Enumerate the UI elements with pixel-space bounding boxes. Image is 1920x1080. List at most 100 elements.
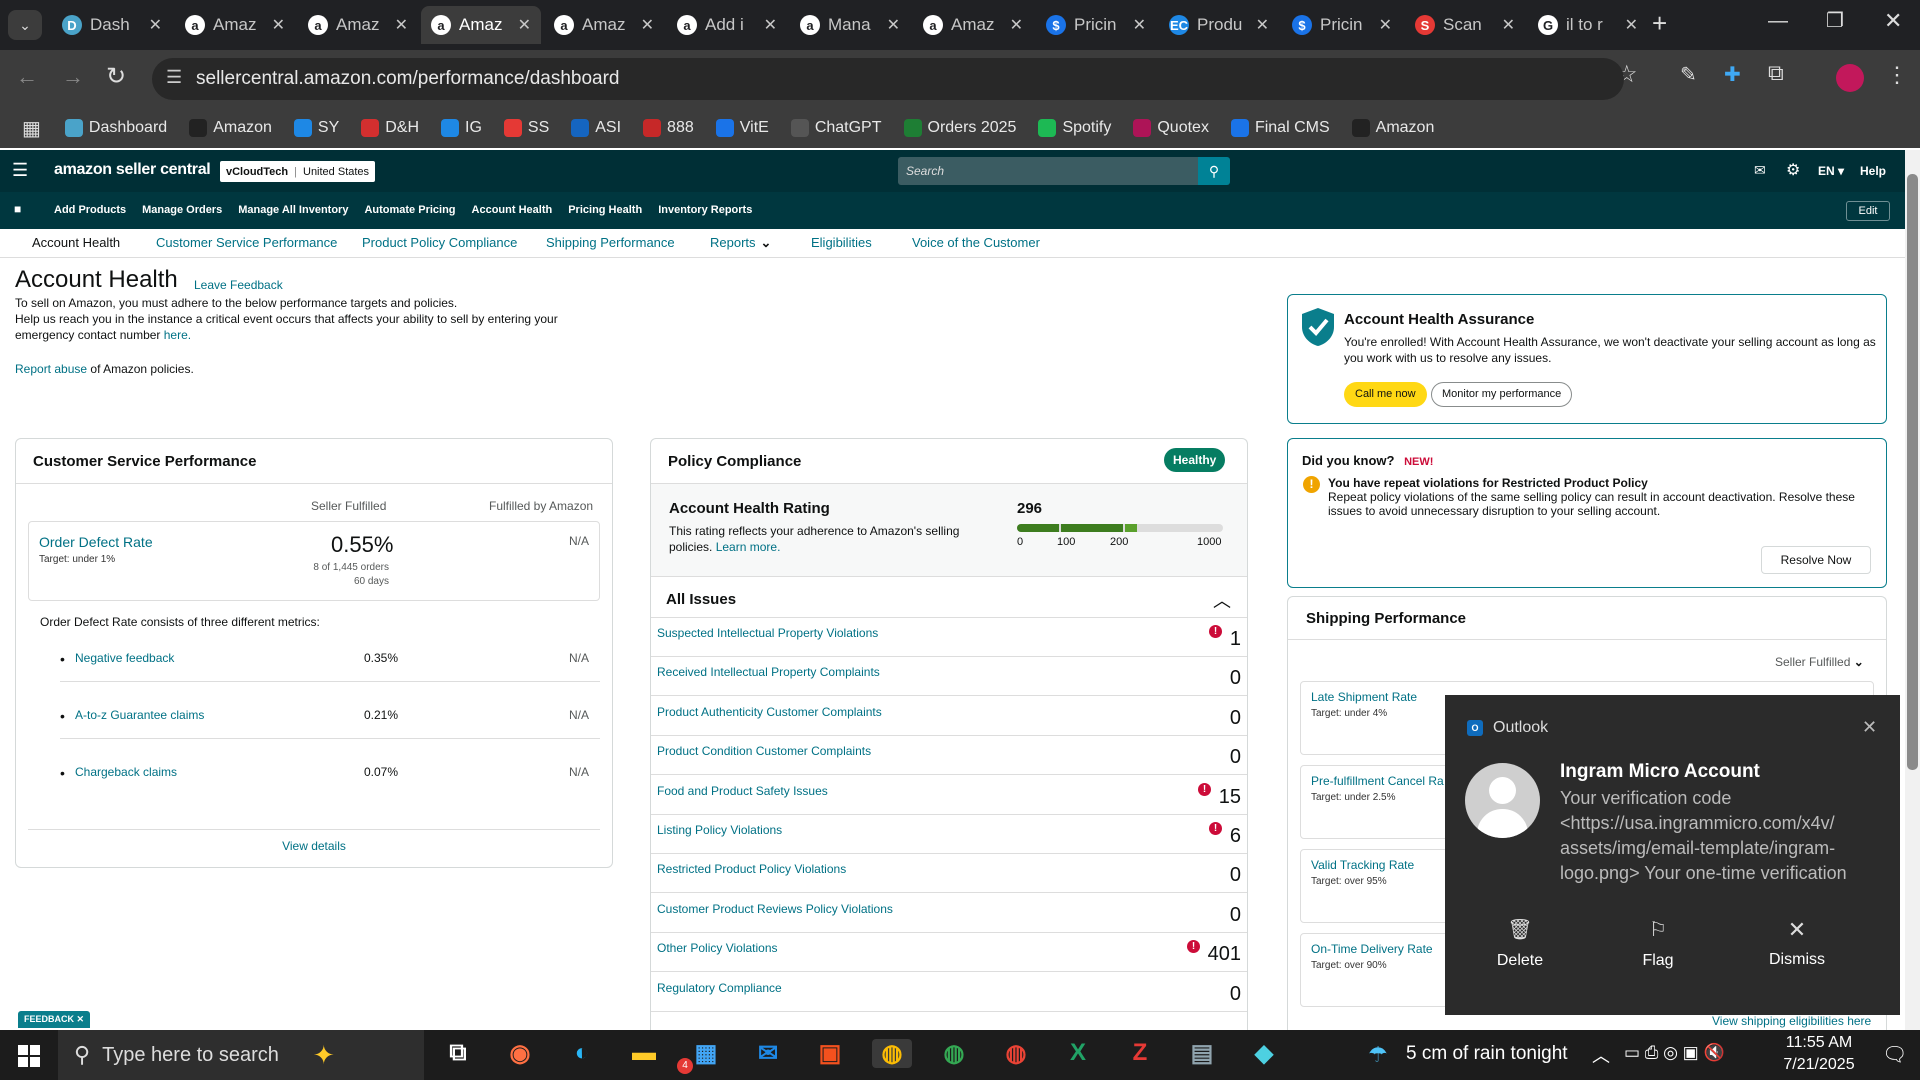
- odr-link[interactable]: Order Defect Rate: [39, 534, 153, 550]
- issue-row[interactable]: Restricted Product Policy Violations 0: [651, 854, 1247, 894]
- view-shipping-eligibilities-link[interactable]: View shipping eligibilities here: [1712, 1014, 1871, 1028]
- extension-icon[interactable]: ✚: [1724, 62, 1741, 87]
- issue-row[interactable]: Received Intellectual Property Complaint…: [651, 657, 1247, 697]
- tab-close-icon[interactable]: ✕: [887, 15, 900, 35]
- toast-dismiss-button[interactable]: ✕ Dismiss: [1752, 917, 1842, 969]
- shipping-filter-dropdown[interactable]: Seller Fulfilled ⌄: [1775, 655, 1864, 669]
- bookmark-item[interactable]: Orders 2025: [903, 119, 1016, 137]
- issue-row[interactable]: Suspected Intellectual Property Violatio…: [651, 618, 1247, 657]
- page-scrollbar[interactable]: [1905, 150, 1920, 1030]
- tab-close-icon[interactable]: ✕: [518, 15, 531, 35]
- tab-close-icon[interactable]: ✕: [764, 15, 777, 35]
- report-abuse-link[interactable]: Report abuse: [15, 362, 87, 376]
- taskbar-search-box[interactable]: ⚲ Type here to search ✦: [58, 1030, 424, 1080]
- subnav-tab[interactable]: Account Health: [32, 235, 120, 250]
- browser-tab[interactable]: S Scan ✕: [1405, 6, 1525, 44]
- bookmark-item[interactable]: D&H: [361, 119, 419, 137]
- filezilla-icon[interactable]: Z: [1120, 1039, 1160, 1067]
- nav-item[interactable]: Account Health: [472, 204, 553, 216]
- extension-feather-icon[interactable]: ✎: [1680, 62, 1697, 87]
- issue-link[interactable]: Suspected Intellectual Property Violatio…: [657, 626, 878, 640]
- tab-search-chevron-icon[interactable]: ⌄: [8, 10, 42, 40]
- tab-close-icon[interactable]: ✕: [1010, 15, 1023, 35]
- chrome-icon[interactable]: ◍: [872, 1039, 912, 1068]
- calendar-app-icon[interactable]: ▣: [810, 1039, 850, 1068]
- browser-tab[interactable]: $ Pricin ✕: [1282, 6, 1402, 44]
- nav-item[interactable]: Manage All Inventory: [238, 204, 348, 216]
- scrollbar-thumb[interactable]: [1907, 174, 1918, 770]
- tab-close-icon[interactable]: ✕: [395, 15, 408, 35]
- hamburger-menu-icon[interactable]: ☰: [12, 160, 28, 181]
- excel-icon[interactable]: X: [1058, 1039, 1098, 1067]
- browser-tab[interactable]: a Amaz ✕: [544, 6, 664, 44]
- nav-item[interactable]: Add Products: [54, 204, 126, 216]
- issue-row[interactable]: Food and Product Safety Issues 15!: [651, 776, 1247, 815]
- extensions-puzzle-icon[interactable]: ⧉: [1768, 60, 1784, 86]
- subnav-tab[interactable]: Shipping Performance: [546, 235, 675, 250]
- subnav-tab[interactable]: Product Policy Compliance: [362, 235, 517, 250]
- search-icon[interactable]: ⚲: [1198, 157, 1230, 185]
- browser-tab[interactable]: a Add i ✕: [667, 6, 787, 44]
- bookmark-item[interactable]: 888: [643, 119, 694, 137]
- issue-link[interactable]: Product Condition Customer Complaints: [657, 744, 871, 758]
- bookmark-flag-icon[interactable]: ■: [14, 202, 21, 216]
- toast-delete-button[interactable]: 🗑 Delete: [1475, 917, 1565, 970]
- minimize-icon[interactable]: —: [1768, 10, 1788, 33]
- address-bar[interactable]: ☰ sellercentral.amazon.com/performance/d…: [152, 58, 1624, 100]
- clock[interactable]: 11:55 AM 7/21/2025: [1766, 1034, 1872, 1074]
- browser-tab[interactable]: a Amaz ✕: [298, 6, 418, 44]
- collapse-chevron-icon[interactable]: ︿: [1213, 587, 1231, 613]
- issue-row[interactable]: Other Policy Violations 401!: [651, 933, 1247, 973]
- menu-dots-icon[interactable]: ⋮: [1886, 62, 1908, 88]
- learn-more-link[interactable]: Learn more.: [716, 540, 781, 554]
- issue-row[interactable]: Product Authenticity Customer Complaints…: [651, 697, 1247, 736]
- tab-close-icon[interactable]: ✕: [1502, 15, 1515, 35]
- browser-tab[interactable]: a Amaz ✕: [913, 6, 1033, 44]
- chrome-alt-icon[interactable]: ◍: [996, 1039, 1036, 1068]
- windows-start-icon[interactable]: [18, 1045, 40, 1067]
- tab-close-icon[interactable]: ✕: [1256, 15, 1269, 35]
- search-input[interactable]: Search: [898, 157, 1198, 185]
- copilot-icon[interactable]: ◉: [500, 1039, 540, 1068]
- mail-icon[interactable]: ✉: [1754, 162, 1766, 179]
- new-tab-plus-icon[interactable]: +: [1652, 8, 1667, 39]
- metric-link[interactable]: Chargeback claims: [75, 765, 177, 779]
- metric-link[interactable]: A-to-z Guarantee claims: [75, 708, 204, 722]
- issue-link[interactable]: Restricted Product Policy Violations: [657, 862, 846, 876]
- tab-close-icon[interactable]: ✕: [1625, 15, 1638, 35]
- browser-tab[interactable]: EC Produ ✕: [1159, 6, 1279, 44]
- weather-text[interactable]: 5 cm of rain tonight: [1406, 1043, 1568, 1065]
- issue-link[interactable]: Received Intellectual Property Complaint…: [657, 665, 880, 679]
- nav-edit-button[interactable]: Edit: [1846, 201, 1890, 221]
- issue-row[interactable]: Product Condition Customer Complaints 0: [651, 736, 1247, 776]
- issue-link[interactable]: Listing Policy Violations: [657, 823, 782, 837]
- browser-tab[interactable]: Gil to r ✕: [1528, 6, 1648, 44]
- subnav-tab[interactable]: Customer Service Performance: [156, 235, 337, 250]
- bookmark-item[interactable]: SS: [503, 119, 549, 137]
- issue-row[interactable]: Listing Policy Violations 6!: [651, 815, 1247, 854]
- monitor-performance-button[interactable]: Monitor my performance: [1431, 382, 1573, 407]
- shipping-metric-link[interactable]: Late Shipment Rate: [1311, 690, 1417, 704]
- file-explorer-icon[interactable]: ▬: [624, 1039, 664, 1067]
- bookmark-item[interactable]: Amazon: [189, 119, 272, 137]
- browser-tab[interactable]: $ Pricin ✕: [1036, 6, 1156, 44]
- shipping-metric-link[interactable]: Pre-fulfillment Cancel Ra: [1311, 774, 1444, 788]
- task-view-icon[interactable]: ⧉: [438, 1039, 478, 1067]
- bookmark-item[interactable]: Amazon: [1351, 119, 1434, 137]
- bookmark-item[interactable]: Quotex: [1133, 119, 1209, 137]
- close-icon[interactable]: ✕: [77, 1014, 85, 1024]
- nav-item[interactable]: Pricing Health: [568, 204, 642, 216]
- feedback-tab[interactable]: FEEDBACK ✕: [18, 1011, 91, 1028]
- bookmark-item[interactable]: Dashboard: [64, 119, 167, 137]
- nav-item[interactable]: Inventory Reports: [658, 204, 752, 216]
- bookmark-item[interactable]: SY: [293, 119, 339, 137]
- edge-icon[interactable]: ◐: [562, 1039, 602, 1067]
- issue-row[interactable]: Customer Product Reviews Policy Violatio…: [651, 894, 1247, 933]
- nav-item[interactable]: Manage Orders: [142, 204, 222, 216]
- chrome-profile-icon[interactable]: ◍: [934, 1039, 974, 1068]
- issue-link[interactable]: Product Authenticity Customer Complaints: [657, 705, 882, 719]
- notifications-icon[interactable]: 🗨: [1882, 1042, 1907, 1067]
- reload-icon[interactable]: ↻: [106, 62, 126, 91]
- tab-close-icon[interactable]: ✕: [149, 15, 162, 35]
- leave-feedback-link[interactable]: Leave Feedback: [194, 278, 283, 292]
